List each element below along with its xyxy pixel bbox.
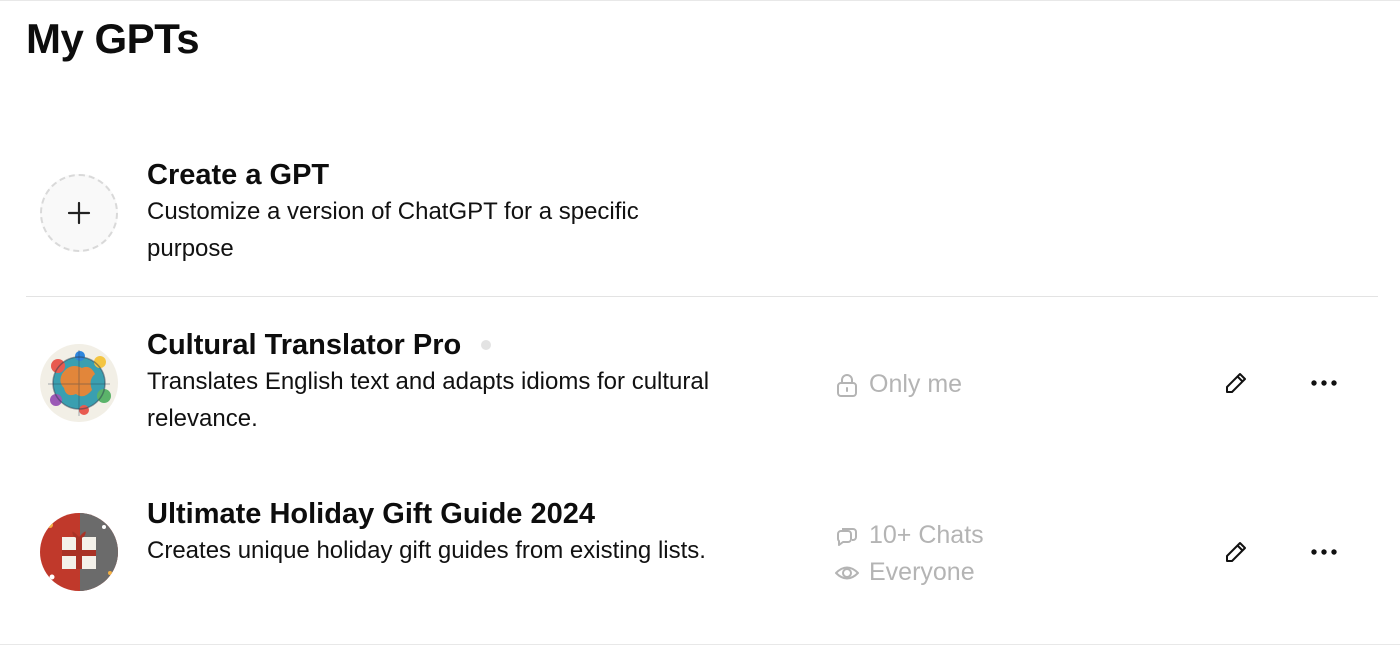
gpt-meta: 10+ Chats Everyone: [834, 517, 984, 591]
create-gpt-row[interactable]: Create a GPT Customize a version of Chat…: [26, 151, 1378, 297]
chats-count: 10+ Chats: [869, 521, 984, 549]
pencil-icon: [1226, 542, 1246, 562]
gpt-title: Ultimate Holiday Gift Guide 2024: [147, 495, 727, 533]
gpt-text: Ultimate Holiday Gift Guide 2024 Creates…: [147, 495, 727, 569]
gpt-name: Ultimate Holiday Gift Guide 2024: [147, 498, 595, 530]
gpt-description: Translates English text and adapts idiom…: [147, 368, 710, 432]
gpt-name: Cultural Translator Pro: [147, 329, 462, 361]
edit-button[interactable]: [1216, 532, 1256, 572]
gpt-avatar-cultural-translator: [40, 344, 118, 422]
create-gpt-title: Create a GPT: [147, 159, 330, 191]
status-dot: [481, 340, 492, 350]
chat-bubbles-icon: [837, 527, 857, 546]
ellipsis-icon: [1311, 549, 1337, 555]
gpt-title: Cultural Translator Pro: [147, 326, 727, 364]
visibility-label: Only me: [869, 370, 963, 398]
visibility-line: Everyone: [834, 554, 984, 591]
more-options-button[interactable]: [1304, 532, 1344, 572]
create-gpt-avatar[interactable]: [40, 174, 118, 252]
chats-line: 10+ Chats: [834, 517, 984, 554]
gift-image: [40, 513, 118, 591]
visibility-line: Only me: [834, 366, 962, 403]
plus-icon: [67, 201, 91, 225]
globe-art-image: [40, 344, 118, 422]
page-title: My GPTs: [26, 15, 200, 62]
lock-icon: [837, 373, 857, 397]
create-gpt-description: Customize a version of ChatGPT for a spe…: [147, 198, 639, 262]
more-options-button[interactable]: [1304, 363, 1344, 403]
edit-button[interactable]: [1216, 363, 1256, 403]
gpt-meta: Only me: [834, 366, 962, 403]
my-gpts-page: My GPTs Create a GPT Customize a version…: [0, 0, 1400, 645]
gpt-row[interactable]: Cultural Translator Pro Translates Engli…: [26, 319, 1378, 459]
gpt-avatar-holiday-gift-guide: [40, 513, 118, 591]
visibility-label: Everyone: [869, 558, 975, 586]
gpt-description: Creates unique holiday gift guides from …: [147, 537, 706, 564]
gpt-row[interactable]: Ultimate Holiday Gift Guide 2024 Creates…: [26, 488, 1378, 628]
gpt-text: Cultural Translator Pro Translates Engli…: [147, 326, 727, 437]
ellipsis-icon: [1311, 380, 1337, 386]
create-gpt-text: Create a GPT Customize a version of Chat…: [147, 156, 727, 267]
eye-icon: [835, 566, 859, 579]
pencil-icon: [1226, 373, 1246, 393]
